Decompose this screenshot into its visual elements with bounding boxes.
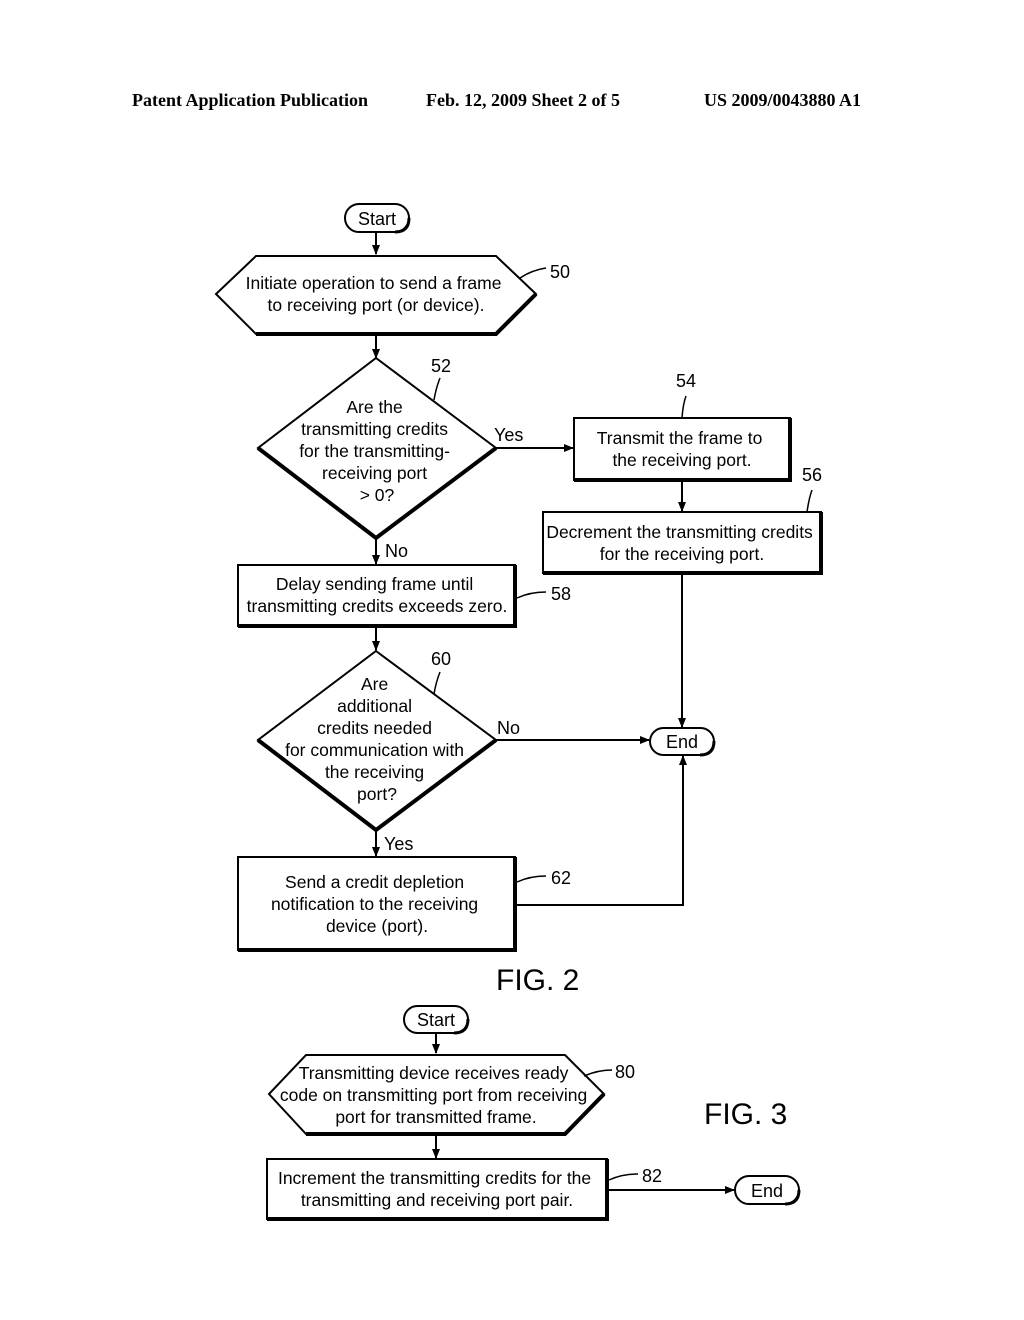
flowchart-canvas: Start Initiate operation to send a frame…: [214, 203, 823, 1221]
fig2-caption: FIG. 2: [496, 964, 579, 997]
ref-80: 80: [615, 1062, 635, 1082]
fig3-step82-box: Increment the transmitting credits for t…: [266, 1158, 609, 1221]
fig3-end-label: End: [751, 1181, 783, 1201]
fig3-caption: FIG. 3: [704, 1098, 787, 1131]
ref-leader-50: [519, 267, 547, 279]
ref-56: 56: [802, 465, 822, 485]
fig2-step58-box: Delay sending frame until transmitting c…: [237, 564, 517, 628]
fig2-start-label: Start: [358, 209, 396, 229]
fig3-end-terminal: End: [734, 1175, 801, 1206]
fig3-start-label: Start: [417, 1010, 455, 1030]
fig2-step62-box: Send a credit depletion notification to …: [237, 856, 517, 952]
fig2-step52-decision: Are the transmitting credits for the tra…: [256, 356, 498, 541]
fig2-step52-yes-label: Yes: [494, 425, 523, 445]
ref-leader-54: [681, 395, 687, 419]
ref-leader-56: [806, 489, 813, 513]
fig2-step60-yes-label: Yes: [384, 834, 413, 854]
ref-50: 50: [550, 262, 570, 282]
fig3-step80-hexagon: Transmitting device receives ready code …: [267, 1054, 606, 1136]
fig2-step50-hexagon: Initiate operation to send a frame to re…: [214, 255, 538, 336]
fig2-step56-box: Decrement the transmitting credits for t…: [542, 511, 823, 575]
ref-leader-80: [583, 1069, 613, 1077]
ref-leader-58: [516, 591, 547, 599]
fig2-step52-no-label: No: [385, 541, 408, 561]
ref-52: 52: [431, 356, 451, 376]
ref-leader-60: [433, 671, 441, 695]
fig2-start-terminal: Start: [344, 203, 411, 234]
connector-62-end: [515, 755, 687, 906]
fig2-end-label: End: [666, 732, 698, 752]
fig2-end-terminal: End: [649, 727, 716, 757]
ref-54: 54: [676, 371, 696, 391]
ref-58: 58: [551, 584, 571, 604]
fig3-start-terminal: Start: [403, 1005, 470, 1035]
ref-leader-52: [433, 377, 441, 401]
ref-60: 60: [431, 649, 451, 669]
ref-82: 82: [642, 1166, 662, 1186]
ref-leader-82: [608, 1173, 639, 1181]
fig2-step54-box: Transmit the frame to the receiving port…: [573, 417, 792, 482]
ref-62: 62: [551, 868, 571, 888]
fig2-step60-decision: Are additional credits needed for commun…: [256, 649, 498, 833]
fig2-step60-no-label: No: [497, 718, 520, 738]
ref-leader-62: [516, 875, 547, 883]
